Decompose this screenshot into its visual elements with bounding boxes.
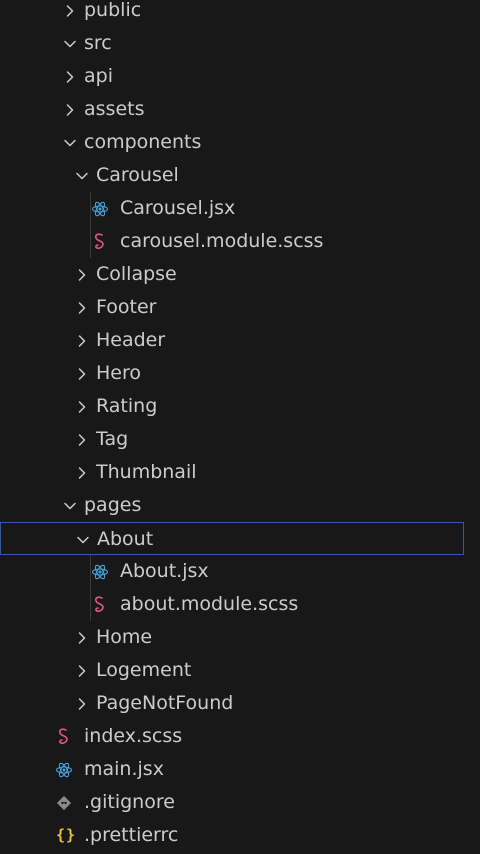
- chevron-right-icon[interactable]: [62, 93, 78, 126]
- json-braces-icon: {}: [55, 826, 77, 844]
- react-icon: [54, 753, 74, 786]
- chevron-down-icon[interactable]: [75, 523, 91, 556]
- tree-item-label: Hero: [96, 362, 141, 384]
- chevron-right-icon[interactable]: [62, 60, 78, 93]
- tree-folder-api[interactable]: api: [0, 60, 480, 93]
- tree-item-label: main.jsx: [84, 758, 164, 780]
- react-icon: [90, 192, 110, 225]
- chevron-right-icon[interactable]: [62, 0, 78, 27]
- tree-folder-hero[interactable]: Hero: [0, 357, 480, 390]
- tree-item-label: Header: [96, 329, 166, 351]
- sass-icon: [90, 225, 110, 258]
- tree-folder-collapse[interactable]: Collapse: [0, 258, 480, 291]
- sass-icon: [54, 720, 74, 753]
- tree-file-gitignore[interactable]: .gitignore: [0, 786, 480, 819]
- chevron-right-icon[interactable]: [74, 687, 90, 720]
- tree-item-label: pages: [84, 494, 142, 516]
- tree-item-label: src: [84, 32, 112, 54]
- tree-folder-header[interactable]: Header: [0, 324, 480, 357]
- tree-item-label: Thumbnail: [96, 461, 197, 483]
- chevron-right-icon[interactable]: [74, 291, 90, 324]
- tree-item-label: assets: [84, 98, 145, 120]
- tree-file-prettierrc[interactable]: {} .prettierrc: [0, 819, 480, 852]
- tree-folder-src[interactable]: src: [0, 27, 480, 60]
- tree-item-label: Tag: [96, 428, 129, 450]
- tree-item-label: Carousel.jsx: [120, 197, 236, 219]
- chevron-right-icon[interactable]: [74, 324, 90, 357]
- chevron-right-icon[interactable]: [74, 456, 90, 489]
- chevron-down-icon[interactable]: [62, 489, 78, 522]
- tree-item-label: Carousel: [96, 164, 179, 186]
- git-icon: [54, 786, 74, 819]
- chevron-right-icon[interactable]: [74, 621, 90, 654]
- chevron-down-icon[interactable]: [74, 159, 90, 192]
- chevron-down-icon[interactable]: [62, 126, 78, 159]
- tree-item-label: About: [97, 528, 154, 550]
- chevron-right-icon[interactable]: [74, 654, 90, 687]
- tree-item-label: index.scss: [84, 725, 183, 747]
- tree-folder-tag[interactable]: Tag: [0, 423, 480, 456]
- tree-folder-logement[interactable]: Logement: [0, 654, 480, 687]
- tree-folder-pages[interactable]: pages: [0, 489, 480, 522]
- tree-folder-carousel[interactable]: Carousel: [0, 159, 480, 192]
- tree-item-label: PageNotFound: [96, 692, 234, 714]
- tree-item-label: about.module.scss: [120, 593, 299, 615]
- indent-guide: [90, 192, 91, 258]
- chevron-right-icon[interactable]: [74, 423, 90, 456]
- tree-file-main-jsx[interactable]: main.jsx: [0, 753, 480, 786]
- tree-folder-public[interactable]: public: [0, 0, 480, 27]
- tree-file-about-jsx[interactable]: About.jsx: [0, 555, 480, 588]
- chevron-down-icon[interactable]: [62, 27, 78, 60]
- tree-item-label: .prettierrc: [84, 824, 179, 846]
- tree-item-label: components: [84, 131, 202, 153]
- file-explorer: public src api assets components Carousel Caro…: [0, 0, 480, 854]
- tree-folder-assets[interactable]: assets: [0, 93, 480, 126]
- tree-item-label: public: [84, 0, 142, 21]
- tree-file-about-module-scss[interactable]: about.module.scss: [0, 588, 480, 621]
- sass-icon: [90, 588, 110, 621]
- tree-folder-pagenotfound[interactable]: PageNotFound: [0, 687, 480, 720]
- chevron-right-icon[interactable]: [74, 390, 90, 423]
- tree-item-label: carousel.module.scss: [120, 230, 324, 252]
- chevron-right-icon[interactable]: [74, 258, 90, 291]
- tree-item-label: Footer: [96, 296, 157, 318]
- chevron-right-icon[interactable]: [74, 357, 90, 390]
- tree-folder-home[interactable]: Home: [0, 621, 480, 654]
- tree-item-label: api: [84, 65, 113, 87]
- tree-item-label: Rating: [96, 395, 158, 417]
- tree-folder-thumbnail[interactable]: Thumbnail: [0, 456, 480, 489]
- tree-file-index-scss[interactable]: index.scss: [0, 720, 480, 753]
- tree-item-label: .gitignore: [84, 791, 175, 813]
- tree-folder-rating[interactable]: Rating: [0, 390, 480, 423]
- tree-file-carousel-jsx[interactable]: Carousel.jsx: [0, 192, 480, 225]
- tree-folder-components[interactable]: components: [0, 126, 480, 159]
- tree-item-label: About.jsx: [120, 560, 209, 582]
- tree-file-carousel-module-scss[interactable]: carousel.module.scss: [0, 225, 480, 258]
- indent-guide: [90, 555, 91, 621]
- react-icon: [90, 555, 110, 588]
- tree-item-label: Home: [96, 626, 153, 648]
- tree-item-label: Logement: [96, 659, 192, 681]
- tree-folder-about[interactable]: About: [0, 522, 464, 555]
- tree-item-label: Collapse: [96, 263, 177, 285]
- tree-folder-footer[interactable]: Footer: [0, 291, 480, 324]
